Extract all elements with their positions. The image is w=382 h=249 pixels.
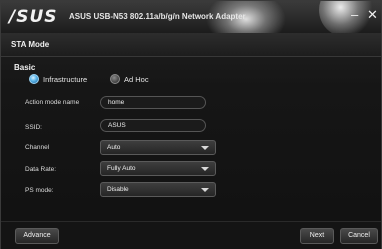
channel-label: Channel — [25, 144, 50, 151]
minimize-button[interactable]: – — [351, 7, 358, 23]
adapter-window: /SUS ASUS USB-N53 802.11a/b/g/n Network … — [0, 0, 382, 249]
asus-logo: /SUS — [9, 7, 58, 27]
channel-select[interactable]: Auto — [100, 140, 216, 155]
title-bar[interactable]: /SUS ASUS USB-N53 802.11a/b/g/n Network … — [1, 1, 381, 33]
ssid-field[interactable]: ASUS — [100, 119, 206, 132]
channel-value: Auto — [107, 144, 121, 151]
dropdown-arrow-icon — [201, 146, 209, 150]
mode-header: STA Mode — [1, 33, 381, 57]
ps-mode-select[interactable]: Disable — [100, 182, 216, 197]
dropdown-arrow-icon — [201, 188, 209, 192]
action-mode-name-label: Action mode name — [25, 99, 80, 106]
infrastructure-label: Infrastructure — [43, 74, 88, 84]
radio-unselected-icon — [110, 74, 120, 84]
adhoc-radio[interactable]: Ad Hoc — [110, 73, 149, 85]
advance-button[interactable]: Advance — [15, 228, 59, 244]
radio-selected-icon — [29, 74, 39, 84]
data-rate-value: Fully Auto — [107, 165, 136, 172]
infrastructure-radio[interactable]: Infrastructure — [29, 73, 87, 85]
data-rate-select[interactable]: Fully Auto — [100, 161, 216, 176]
ps-mode-value: Disable — [107, 186, 129, 193]
ssid-label: SSID: — [25, 124, 42, 131]
basic-section-label: Basic — [14, 63, 36, 72]
dropdown-arrow-icon — [201, 167, 209, 171]
cancel-button[interactable]: Cancel — [340, 228, 378, 244]
next-button[interactable]: Next — [300, 228, 334, 244]
ps-mode-label: PS mode: — [25, 187, 54, 194]
title-gloss-orb — [319, 1, 373, 33]
close-button[interactable]: ✕ — [367, 7, 378, 23]
data-rate-label: Data Rate: — [25, 166, 57, 173]
adhoc-label: Ad Hoc — [124, 74, 149, 84]
page-title: STA Mode — [11, 40, 50, 49]
window-title: ASUS USB-N53 802.11a/b/g/n Network Adapt… — [69, 12, 246, 21]
action-mode-name-field[interactable]: home — [100, 96, 206, 109]
